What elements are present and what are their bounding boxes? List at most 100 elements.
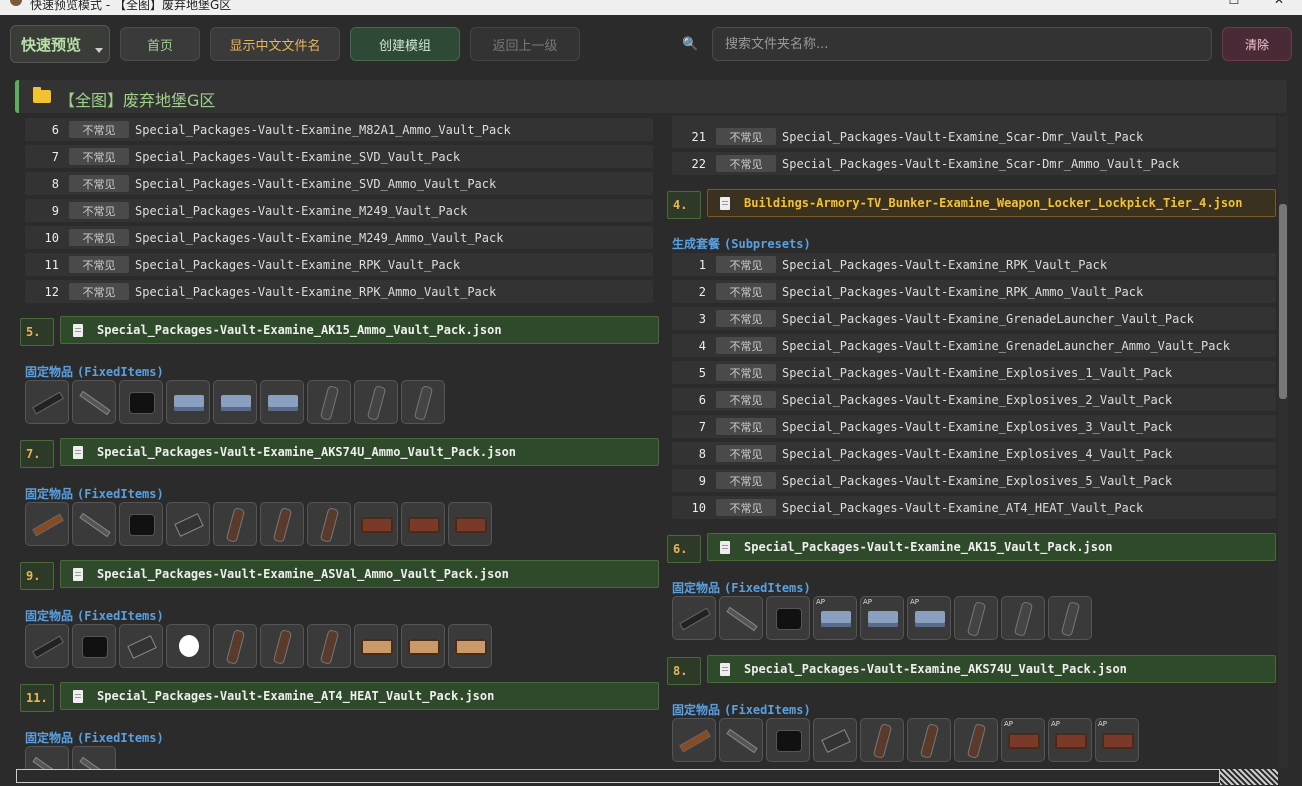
list-item[interactable]: 11 不常见 Special_Packages-Vault-Examine_RP… <box>25 253 653 276</box>
list-item[interactable]: 5 不常见 Special_Packages-Vault-Examine_Exp… <box>672 361 1276 384</box>
back-button[interactable]: 返回上一级 <box>470 27 580 61</box>
scope-icon[interactable] <box>119 380 163 424</box>
search-input[interactable] <box>712 27 1212 61</box>
list-item[interactable]: 6 不常见 Special_Packages-Vault-Examine_Exp… <box>672 388 1276 411</box>
section-file-header[interactable]: Buildings-Armory-TV_Bunker-Examine_Weapo… <box>707 189 1276 217</box>
ammo-crate-icon[interactable] <box>354 624 398 668</box>
rifle-icon[interactable] <box>672 718 716 762</box>
launcher-icon[interactable] <box>25 746 69 770</box>
fixed-items-strip <box>25 746 116 770</box>
barrel-icon[interactable] <box>719 596 763 640</box>
list-item[interactable]: 6 不常见 Special_Packages-Vault-Examine_M82… <box>25 118 653 141</box>
section-file-header[interactable]: Special_Packages-Vault-Examine_AKS74U_Am… <box>60 438 659 466</box>
magazine-icon[interactable] <box>213 624 257 668</box>
barrel-icon[interactable] <box>72 502 116 546</box>
magazine-icon[interactable] <box>260 624 304 668</box>
section-number: 7. <box>20 440 54 468</box>
row-number: 4 <box>698 338 706 353</box>
ammo-crate-icon[interactable] <box>448 624 492 668</box>
section-file-header[interactable]: Special_Packages-Vault-Examine_AT4_HEAT_… <box>60 682 659 710</box>
home-button[interactable]: 首页 <box>120 27 200 61</box>
window-titlebar: 快速预览模式 - 【全图】废弃地堡G区 ☐ ✕ <box>0 0 1302 15</box>
ammo-box-icon[interactable] <box>860 596 904 640</box>
section-file-name: Special_Packages-Vault-Examine_AKS74U_Va… <box>744 662 1127 676</box>
section-file-header[interactable]: Special_Packages-Vault-Examine_AK15_Ammo… <box>60 316 659 344</box>
list-item[interactable]: 21 不常见 Special_Packages-Vault-Examine_Sc… <box>672 125 1276 148</box>
magazine-icon[interactable] <box>1001 596 1045 640</box>
ammo-box-icon[interactable] <box>813 596 857 640</box>
resize-grip[interactable] <box>1220 769 1278 785</box>
rifle-icon[interactable] <box>25 502 69 546</box>
list-item[interactable]: 9 不常见 Special_Packages-Vault-Examine_M24… <box>25 199 653 222</box>
magazine-icon[interactable] <box>213 502 257 546</box>
horizontal-scrollbar[interactable] <box>16 769 1220 783</box>
list-item[interactable]: 10 不常见 Special_Packages-Vault-Examine_M2… <box>25 226 653 249</box>
vertical-scrollbar[interactable] <box>1278 116 1288 768</box>
list-item[interactable]: 8 不常见 Special_Packages-Vault-Examine_SVD… <box>25 172 653 195</box>
section-file-header[interactable]: Special_Packages-Vault-Examine_AKS74U_Va… <box>707 655 1276 683</box>
list-item[interactable]: 1 不常见 Special_Packages-Vault-Examine_RPK… <box>672 253 1276 276</box>
ammo-box-icon[interactable] <box>260 380 304 424</box>
ammo-crate-icon[interactable] <box>1095 718 1139 762</box>
list-item[interactable]: 7 不常见 Special_Packages-Vault-Examine_SVD… <box>25 145 653 168</box>
scope-icon[interactable] <box>119 502 163 546</box>
magazine-icon[interactable] <box>860 718 904 762</box>
ammo-crate-icon[interactable] <box>354 502 398 546</box>
list-item[interactable]: 22 不常见 Special_Packages-Vault-Examine_Sc… <box>672 152 1276 175</box>
grip-icon[interactable] <box>119 624 163 668</box>
magazine-icon[interactable] <box>401 380 445 424</box>
magazine-icon[interactable] <box>307 624 351 668</box>
scrollbar-thumb[interactable] <box>1279 204 1287 399</box>
grip-icon[interactable] <box>166 502 210 546</box>
section-file-header[interactable]: Special_Packages-Vault-Examine_ASVal_Amm… <box>60 560 659 588</box>
scope-icon[interactable] <box>72 624 116 668</box>
magazine-icon[interactable] <box>307 380 351 424</box>
list-item[interactable]: 8 不常见 Special_Packages-Vault-Examine_Exp… <box>672 442 1276 465</box>
magazine-icon[interactable] <box>354 380 398 424</box>
magazine-icon[interactable] <box>954 718 998 762</box>
maximize-button[interactable]: ☐ <box>1227 0 1241 6</box>
barrel-icon[interactable] <box>719 718 763 762</box>
show-chinese-names-button[interactable]: 显示中文文件名 <box>210 27 340 61</box>
grip-icon[interactable] <box>813 718 857 762</box>
list-item[interactable]: 10 不常见 Special_Packages-Vault-Examine_AT… <box>672 496 1276 519</box>
list-item[interactable]: 2 不常见 Special_Packages-Vault-Examine_RPK… <box>672 280 1276 303</box>
rarity-badge: 不常见 <box>716 499 776 516</box>
ammo-crate-icon[interactable] <box>401 624 445 668</box>
list-item[interactable]: 12 不常见 Special_Packages-Vault-Examine_RP… <box>25 280 653 303</box>
row-number: 12 <box>44 284 59 299</box>
rarity-badge: 不常见 <box>69 229 129 246</box>
magazine-icon[interactable] <box>954 596 998 640</box>
ammo-crate-icon[interactable] <box>401 502 445 546</box>
list-item[interactable]: 9 不常见 Special_Packages-Vault-Examine_Exp… <box>672 469 1276 492</box>
list-item[interactable]: 3 不常见 Special_Packages-Vault-Examine_Gre… <box>672 307 1276 330</box>
ammo-crate-icon[interactable] <box>448 502 492 546</box>
ammo-box-icon[interactable] <box>166 380 210 424</box>
ammo-box-icon[interactable] <box>907 596 951 640</box>
magazine-icon[interactable] <box>1048 596 1092 640</box>
magazine-icon[interactable] <box>907 718 951 762</box>
rifle-icon[interactable] <box>25 624 69 668</box>
section-file-header[interactable]: Special_Packages-Vault-Examine_AK15_Vaul… <box>707 533 1276 561</box>
rarity-badge: 不常见 <box>69 202 129 219</box>
ammo-crate-icon[interactable] <box>1001 718 1045 762</box>
scope-icon[interactable] <box>766 718 810 762</box>
list-item[interactable]: 4 不常见 Special_Packages-Vault-Examine_Gre… <box>672 334 1276 357</box>
magazine-icon[interactable] <box>260 502 304 546</box>
create-mod-button[interactable]: 创建模组 <box>350 27 460 61</box>
row-name: Special_Packages-Vault-Examine_RPK_Ammo_… <box>135 284 497 299</box>
rifle-icon[interactable] <box>25 380 69 424</box>
row-name: Special_Packages-Vault-Examine_Scar-Dmr_… <box>782 156 1180 171</box>
flashlight-icon[interactable] <box>166 624 210 668</box>
rifle-icon[interactable] <box>672 596 716 640</box>
ammo-box-icon[interactable] <box>213 380 257 424</box>
launcher-icon[interactable] <box>72 746 116 770</box>
clear-button[interactable]: 清除 <box>1222 27 1292 61</box>
mode-select[interactable]: 快速预览 <box>10 25 110 63</box>
ammo-crate-icon[interactable] <box>1048 718 1092 762</box>
close-button[interactable]: ✕ <box>1272 0 1286 6</box>
magazine-icon[interactable] <box>307 502 351 546</box>
barrel-icon[interactable] <box>72 380 116 424</box>
list-item[interactable]: 7 不常见 Special_Packages-Vault-Examine_Exp… <box>672 415 1276 438</box>
scope-icon[interactable] <box>766 596 810 640</box>
